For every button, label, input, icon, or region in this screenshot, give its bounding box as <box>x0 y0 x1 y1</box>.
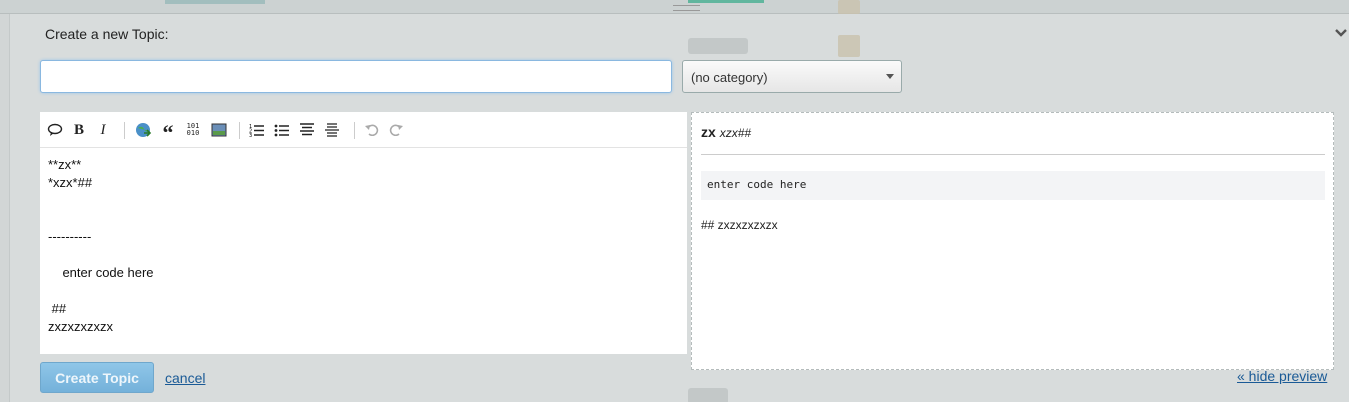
chevron-down-icon[interactable] <box>1334 27 1348 39</box>
quote-bubble-icon[interactable] <box>46 122 64 138</box>
horizontal-rule-icon[interactable] <box>323 122 341 138</box>
toolbar-divider <box>124 122 125 139</box>
resize-grip-icon[interactable] <box>673 5 700 11</box>
chevron-down-icon <box>886 74 894 79</box>
bold-icon[interactable]: B <box>70 122 88 138</box>
hide-preview-link[interactable]: « hide preview <box>1237 368 1327 384</box>
preview-paragraph: zx xzx## <box>701 124 751 140</box>
blockquote-icon[interactable]: “ <box>159 122 177 144</box>
preview-code-block: enter code here <box>701 171 1325 200</box>
background-avatar <box>838 35 860 57</box>
svg-text:3: 3 <box>249 133 252 137</box>
markdown-preview: zx xzx## enter code here ## zxzxzxzxzx <box>691 112 1334 370</box>
preview-bold-text: zx <box>701 124 716 140</box>
background-header-bar <box>0 0 1349 14</box>
editor-line: ## <box>48 301 67 316</box>
background-title-fragment <box>165 0 265 4</box>
background-category-tag <box>688 38 748 54</box>
editor-line: enter code here <box>48 265 154 280</box>
cancel-link[interactable]: cancel <box>165 370 205 386</box>
ordered-list-icon[interactable]: 123 <box>248 122 266 138</box>
background-category-tag <box>688 388 728 402</box>
bullet-list-icon[interactable] <box>273 122 291 138</box>
editor-line: zxzxzxzxzx <box>48 319 113 334</box>
preview-italic-text: xzx## <box>719 126 752 140</box>
toolbar-divider <box>239 122 240 139</box>
editor-line: *xzx*## <box>48 175 93 190</box>
editor-line: ---------- <box>48 229 92 244</box>
background-progress-strip <box>688 0 764 3</box>
topic-title-input[interactable] <box>40 60 672 93</box>
background-avatar <box>838 0 860 14</box>
code-icon-bottom: 010 <box>186 129 200 137</box>
image-icon[interactable] <box>210 122 228 138</box>
preview-last-paragraph: ## zxzxzxzxzx <box>701 218 778 232</box>
toolbar-divider <box>354 122 355 139</box>
create-topic-button[interactable]: Create Topic <box>40 362 154 393</box>
composer-heading: Create a new Topic: <box>45 26 169 42</box>
category-selected-value: (no category) <box>691 70 768 85</box>
preview-horizontal-rule <box>701 154 1325 155</box>
italic-icon[interactable]: I <box>94 122 112 138</box>
link-icon[interactable] <box>134 122 152 138</box>
editor-toolbar: B I “ 101 010 123 <box>40 112 687 148</box>
editor-line: **zx** <box>48 157 82 172</box>
heading-icon[interactable] <box>298 122 316 138</box>
editor-content[interactable]: **zx** *xzx*## ---------- enter code her… <box>48 156 154 336</box>
markdown-editor[interactable]: B I “ 101 010 123 **zx** *xzx*## -------… <box>40 112 687 354</box>
category-select[interactable]: (no category) <box>682 60 902 93</box>
code-icon[interactable]: 101 010 <box>184 122 202 138</box>
page-scroll-edge <box>0 0 10 402</box>
undo-icon[interactable] <box>363 122 381 138</box>
redo-icon[interactable] <box>387 122 405 138</box>
